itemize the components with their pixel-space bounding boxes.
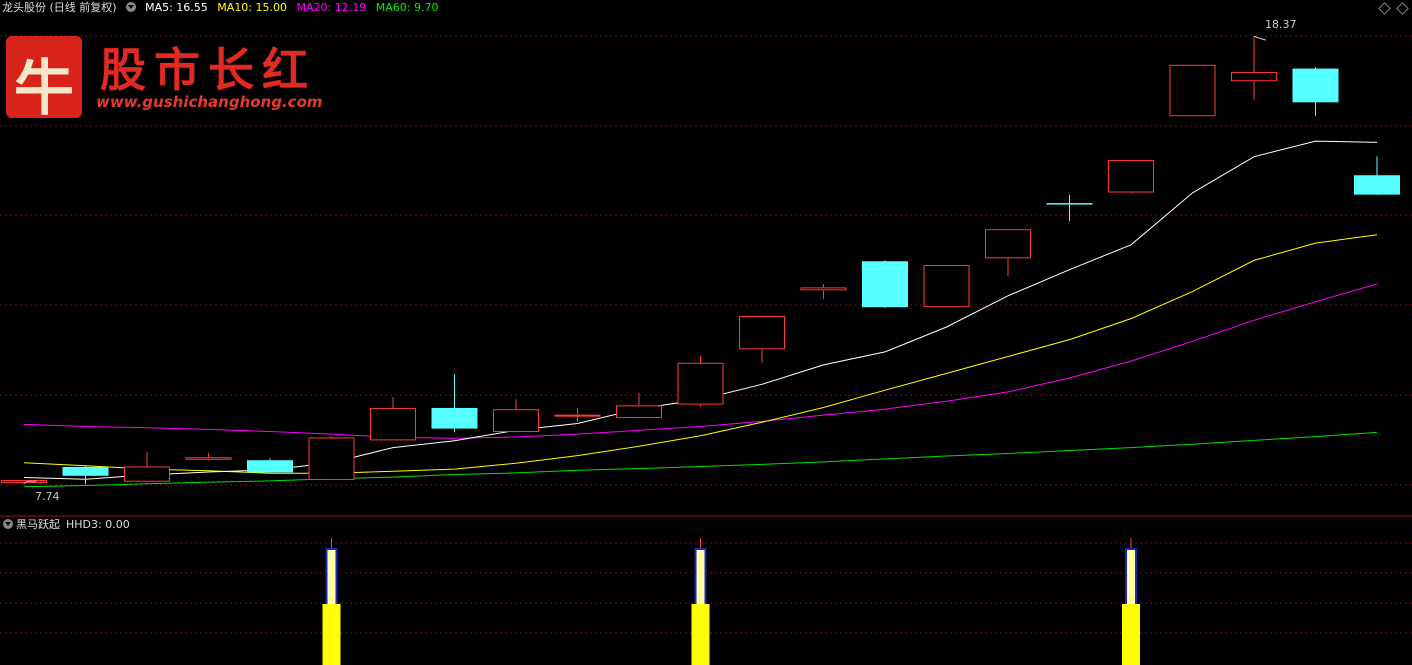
stock-title[interactable]: 龙头股份 (日线 前复权) [2,1,117,14]
high-price-label: 18.37 [1265,18,1297,31]
candle-body [554,414,601,417]
candle-body [247,460,293,473]
candle-body [862,261,908,308]
candle-body [985,229,1031,259]
ma10-label: MA10: 15.00 [217,1,288,14]
dropdown-icon[interactable] [125,2,136,12]
ma5-line [23,140,1378,480]
dropdown-icon[interactable] [3,519,13,529]
candle-body [739,316,785,350]
signal-bars [322,538,1140,665]
candle-body [677,362,724,405]
ma5-label: MA5: 16.55 [145,1,208,14]
candle-body [616,405,662,419]
moving-average-lines [23,140,1378,488]
indicator-name[interactable]: 黑马跃起 [16,518,60,531]
candle-body [62,466,109,476]
candle-body [493,409,539,432]
main-chart-header: 龙头股份 (日线 前复权) MA5: 16.55 MA10: 15.00 MA2… [0,0,444,16]
candle-body [800,287,847,291]
candle-body [185,457,232,460]
brand-url: www.gushichanghong.com [96,93,323,111]
candle-body [1169,64,1216,117]
candle-body [1354,175,1400,195]
signal-inner [1127,550,1135,604]
grid-lines [0,35,1412,634]
candle-body [1231,71,1277,82]
signal-inner [696,550,705,604]
candle-body [308,437,355,481]
candle-body [1,480,47,483]
signal-bar [322,604,341,665]
candle-body [431,407,478,429]
signal-bar [691,604,710,665]
signal-inner [327,550,336,604]
candle-body [370,407,416,441]
candle-body [1108,160,1154,193]
candle-body [124,466,170,482]
candle-body [1046,203,1093,205]
candle-body [923,265,970,308]
brand-name: 股市长红 [100,43,316,97]
low-price-label: 7.74 [35,490,60,503]
logo-char: 牛 [14,54,74,124]
ma20-label: MA20: 12.19 [296,1,367,14]
logo-badge: 牛 [6,36,82,124]
indicator-header: 黑马跃起 HHD3: 0.00 [0,517,130,533]
high-marker [1253,35,1267,41]
ma60-label: MA60: 9.70 [375,1,439,14]
ma10-line [23,234,1378,474]
indicator-value: HHD3: 0.00 [66,518,130,531]
signal-bar [1122,604,1140,665]
candle-body [1292,68,1339,103]
